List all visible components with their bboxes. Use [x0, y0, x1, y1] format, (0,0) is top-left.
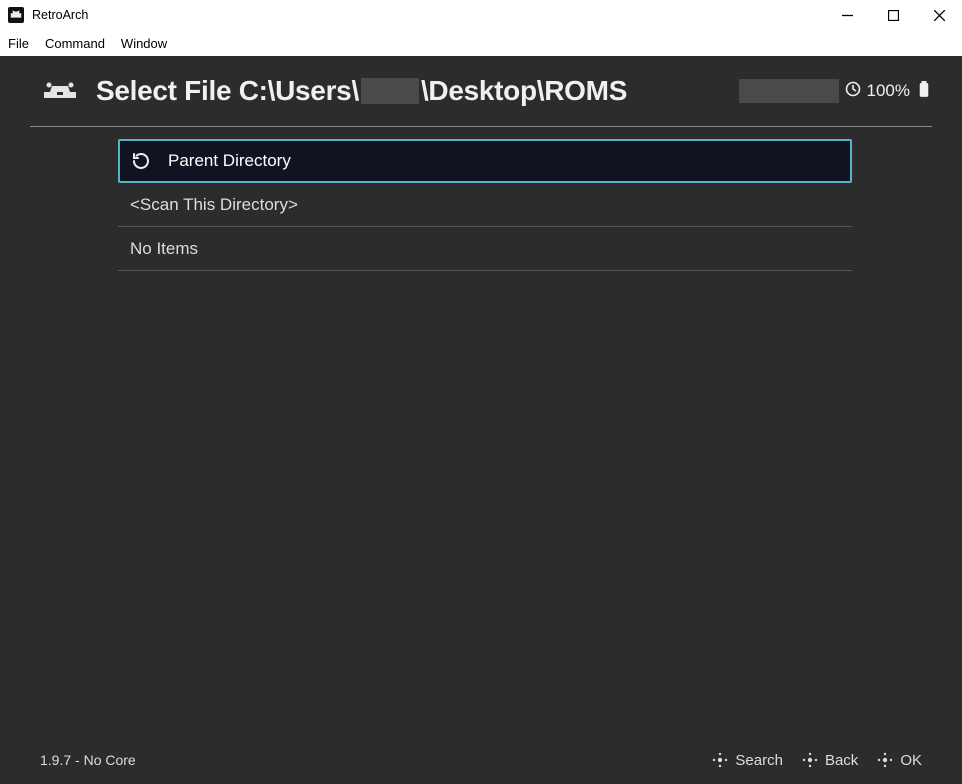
list-item-label: Parent Directory — [168, 151, 291, 171]
footer-bar: 1.9.7 - No Core Search Back OK — [0, 736, 962, 784]
close-button[interactable] — [916, 0, 962, 30]
window-title: RetroArch — [32, 8, 88, 22]
retroarch-viewport: Select File C:\Users\ \Desktop\ROMS 100%… — [0, 56, 962, 784]
retroarch-logo-icon — [40, 78, 80, 104]
caption-buttons — [824, 0, 962, 30]
version-label: 1.9.7 - No Core — [40, 752, 136, 768]
menu-window[interactable]: Window — [121, 36, 167, 51]
battery-percent: 100% — [867, 81, 910, 101]
path-title: Select File C:\Users\ \Desktop\ROMS — [96, 75, 627, 107]
hint-label: Back — [825, 752, 858, 769]
file-browser-header: Select File C:\Users\ \Desktop\ROMS 100% — [0, 56, 962, 126]
hint-label: Search — [735, 752, 783, 769]
redacted-username — [361, 78, 419, 104]
list-item-scan-directory[interactable]: <Scan This Directory> — [118, 183, 852, 227]
hint-ok[interactable]: OK — [876, 751, 922, 769]
list-item-label: No Items — [130, 239, 198, 259]
list-item-label: <Scan This Directory> — [130, 195, 298, 215]
list-item-no-items: No Items — [118, 227, 852, 271]
path-suffix: \Desktop\ROMS — [421, 75, 627, 107]
menu-file[interactable]: File — [8, 36, 29, 51]
back-arrow-icon — [130, 150, 152, 172]
window-titlebar: RetroArch — [0, 0, 962, 30]
list-item-parent-directory[interactable]: Parent Directory — [118, 139, 852, 183]
hint-label: OK — [900, 752, 922, 769]
hint-back[interactable]: Back — [801, 751, 858, 769]
path-prefix: Select File C:\Users\ — [96, 75, 359, 107]
redacted-time — [739, 79, 839, 103]
hint-search[interactable]: Search — [711, 751, 783, 769]
header-divider — [30, 126, 932, 127]
file-list: Parent Directory <Scan This Directory> N… — [118, 139, 852, 271]
battery-icon — [916, 81, 932, 102]
menu-command[interactable]: Command — [45, 36, 105, 51]
clock-icon — [845, 81, 861, 102]
app-icon — [8, 7, 24, 23]
status-cluster: 100% — [739, 79, 932, 103]
maximize-button[interactable] — [870, 0, 916, 30]
button-hints: Search Back OK — [711, 751, 922, 769]
minimize-button[interactable] — [824, 0, 870, 30]
menubar: File Command Window — [0, 30, 962, 56]
